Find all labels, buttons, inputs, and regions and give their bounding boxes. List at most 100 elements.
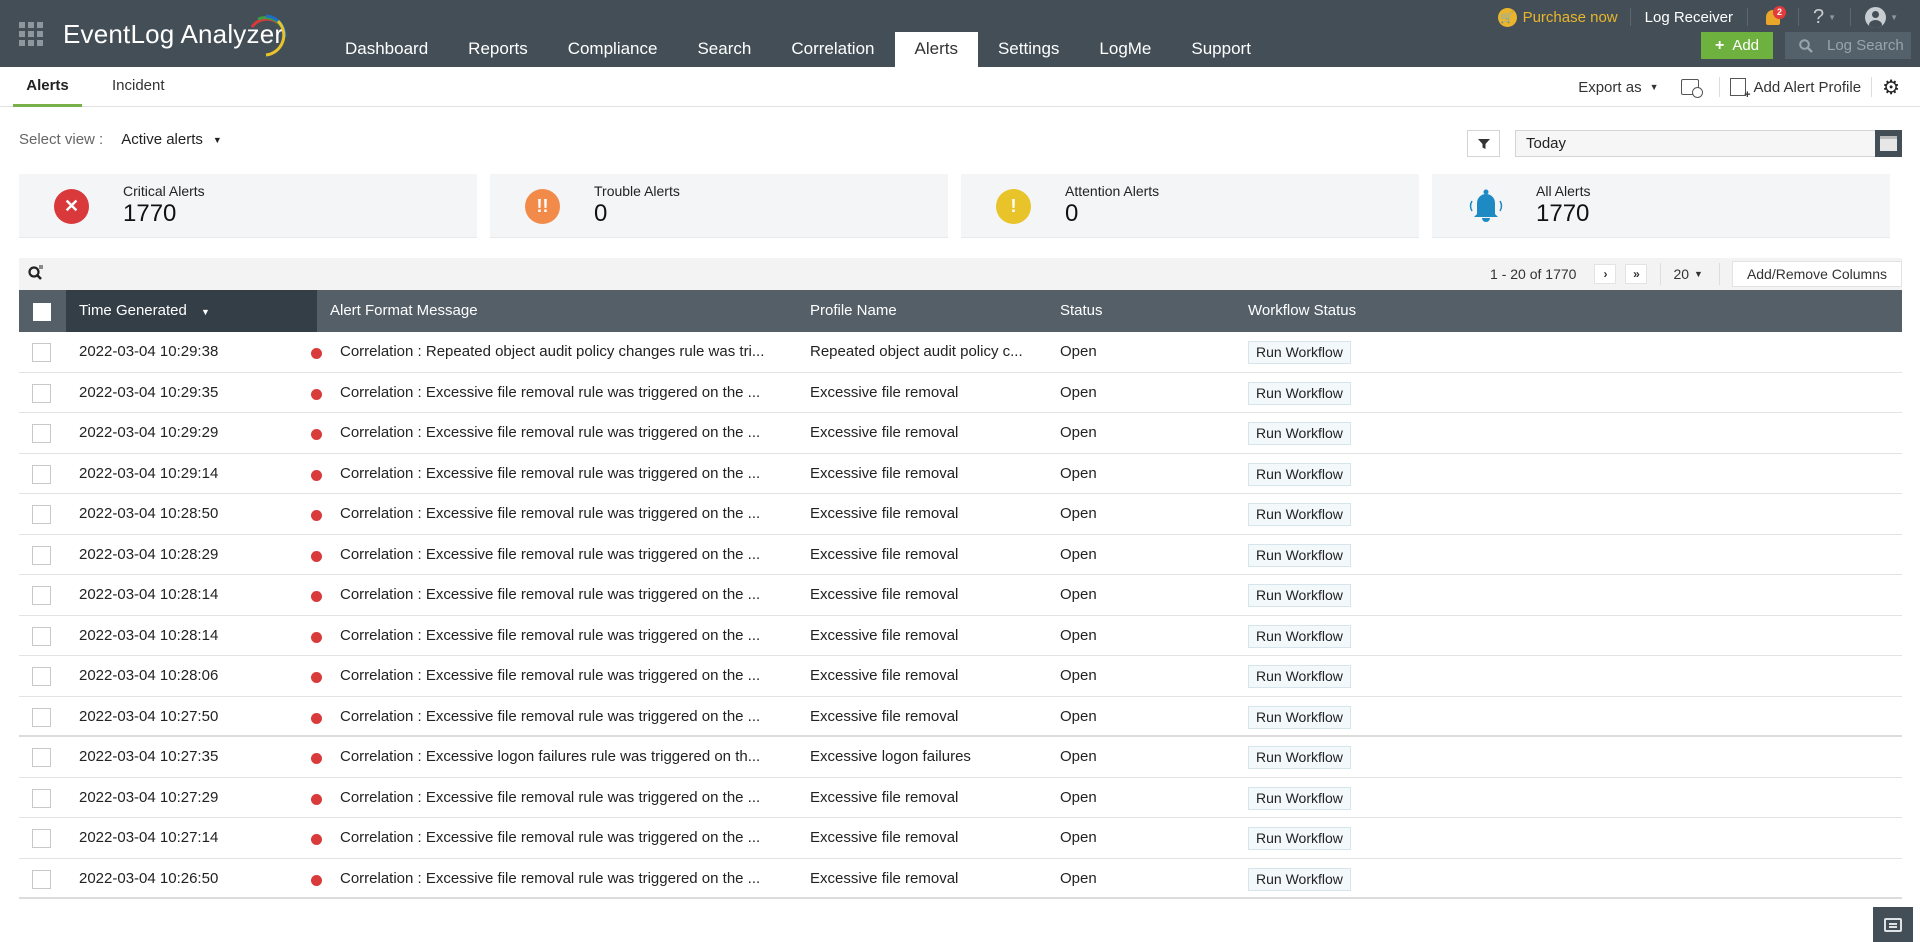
alert-message[interactable]: Correlation : Excessive file removal rul… <box>340 575 760 615</box>
run-workflow-button[interactable]: Run Workflow <box>1248 827 1351 850</box>
column-header-status[interactable]: Status <box>1060 290 1103 332</box>
alert-message[interactable]: Correlation : Excessive file removal rul… <box>340 818 760 858</box>
alert-message[interactable]: Correlation : Excessive file removal rul… <box>340 535 760 575</box>
nav-logme[interactable]: LogMe <box>1079 32 1171 67</box>
column-header-time-generated[interactable]: Time Generated ▼ <box>66 290 317 332</box>
table-row[interactable]: 2022-03-04 10:27:14 Correlation : Excessi… <box>19 818 1902 859</box>
column-header-profile-name[interactable]: Profile Name <box>810 290 897 332</box>
run-workflow-button[interactable]: Run Workflow <box>1248 665 1351 688</box>
nav-search[interactable]: Search <box>677 32 771 67</box>
row-checkbox[interactable] <box>32 343 51 362</box>
export-as-dropdown[interactable]: Export as ▼ <box>1578 79 1680 96</box>
run-workflow-button[interactable]: Run Workflow <box>1248 746 1351 769</box>
notifications-button[interactable]: 2 <box>1748 5 1798 25</box>
row-checkbox[interactable] <box>32 788 51 808</box>
nav-reports[interactable]: Reports <box>448 32 548 67</box>
table-row[interactable]: 2022-03-04 10:27:50 Correlation : Excessi… <box>19 697 1902 737</box>
row-checkbox[interactable] <box>32 586 51 605</box>
table-row[interactable]: 2022-03-04 10:28:14 Correlation : Excessi… <box>19 616 1902 656</box>
nav-correlation[interactable]: Correlation <box>771 32 894 67</box>
user-menu[interactable]: ▼ <box>1851 6 1906 28</box>
run-workflow-button[interactable]: Run Workflow <box>1248 503 1351 526</box>
column-header-alert-message[interactable]: Alert Format Message <box>330 290 478 332</box>
alert-message[interactable]: Correlation : Excessive logon failures r… <box>340 737 760 777</box>
add-remove-columns-button[interactable]: Add/Remove Columns <box>1731 261 1902 287</box>
log-search-input[interactable]: Log Search <box>1785 32 1911 59</box>
nav-compliance[interactable]: Compliance <box>548 32 678 67</box>
run-workflow-button[interactable]: Run Workflow <box>1248 543 1351 567</box>
alert-message[interactable]: Correlation : Excessive file removal rul… <box>340 413 760 453</box>
row-checkbox[interactable] <box>32 748 51 767</box>
table-row[interactable]: 2022-03-04 10:29:38 Correlation : Repeate… <box>19 332 1902 373</box>
row-checkbox[interactable] <box>32 464 51 484</box>
alert-message[interactable]: Correlation : Excessive file removal rul… <box>340 616 760 656</box>
help-menu[interactable]: ? ▼ <box>1799 6 1850 29</box>
alert-message[interactable]: Correlation : Excessive file removal rul… <box>340 656 760 696</box>
per-page-dropdown[interactable]: 20 ▼ <box>1673 266 1703 282</box>
alert-message[interactable]: Correlation : Excessive file removal rul… <box>340 373 760 413</box>
last-page-button[interactable]: » <box>1625 264 1648 284</box>
table-row[interactable]: 2022-03-04 10:27:35 Correlation : Excessi… <box>19 737 1902 778</box>
row-checkbox[interactable] <box>32 424 51 443</box>
row-checkbox[interactable] <box>32 626 51 646</box>
run-workflow-button[interactable]: Run Workflow <box>1248 341 1351 364</box>
row-checkbox[interactable] <box>32 667 51 686</box>
nav-support[interactable]: Support <box>1171 32 1271 67</box>
filter-button[interactable] <box>1467 130 1500 157</box>
table-row[interactable]: 2022-03-04 10:28:06 Correlation : Excessi… <box>19 656 1902 697</box>
attention-alerts-card[interactable]: ! Attention Alerts 0 <box>961 174 1419 238</box>
select-view-dropdown[interactable]: Active alerts ▼ <box>121 131 222 148</box>
alert-message[interactable]: Correlation : Excessive file removal rul… <box>340 454 760 494</box>
table-row[interactable]: 2022-03-04 10:28:14 Correlation : Excessi… <box>19 575 1902 616</box>
run-workflow-button[interactable]: Run Workflow <box>1248 381 1351 405</box>
critical-alerts-card[interactable]: ✕ Critical Alerts 1770 <box>19 174 477 238</box>
select-all-checkbox[interactable] <box>33 303 51 321</box>
nav-alerts[interactable]: Alerts <box>894 32 978 67</box>
trouble-alerts-card[interactable]: !! Trouble Alerts 0 <box>490 174 948 238</box>
purchase-now-link[interactable]: 🛒 Purchase now <box>1486 7 1630 27</box>
alert-message[interactable]: Correlation : Excessive file removal rul… <box>340 778 760 818</box>
table-row[interactable]: 2022-03-04 10:29:35 Correlation : Excessi… <box>19 373 1902 413</box>
apps-grid-icon[interactable] <box>19 22 43 46</box>
table-row[interactable]: 2022-03-04 10:28:29 Correlation : Excessi… <box>19 535 1902 575</box>
table-row[interactable]: 2022-03-04 10:29:29 Correlation : Excessi… <box>19 413 1902 454</box>
run-workflow-button[interactable]: Run Workflow <box>1248 786 1351 810</box>
next-page-button[interactable]: › <box>1594 264 1617 284</box>
nav-settings[interactable]: Settings <box>978 32 1079 67</box>
row-checkbox[interactable] <box>32 505 51 524</box>
run-workflow-button[interactable]: Run Workflow <box>1248 705 1351 729</box>
calendar-button[interactable] <box>1875 130 1902 157</box>
tab-alerts[interactable]: Alerts <box>13 67 82 107</box>
table-row[interactable]: 2022-03-04 10:29:14 Correlation : Excessi… <box>19 454 1902 494</box>
alert-message[interactable]: Correlation : Excessive file removal rul… <box>340 697 760 737</box>
table-row[interactable]: 2022-03-04 10:28:50 Correlation : Excessi… <box>19 494 1902 535</box>
column-search-icon[interactable] <box>28 265 44 285</box>
chat-button[interactable] <box>1873 907 1913 942</box>
add-alert-profile-button[interactable]: Add Alert Profile <box>1754 79 1862 96</box>
profile-name: Excessive file removal <box>810 545 959 563</box>
row-checkbox[interactable] <box>32 869 51 889</box>
run-workflow-button[interactable]: Run Workflow <box>1248 584 1351 607</box>
alert-message[interactable]: Correlation : Repeated object audit poli… <box>340 332 764 372</box>
log-receiver-link[interactable]: Log Receiver <box>1631 9 1747 26</box>
all-alerts-card[interactable]: All Alerts 1770 <box>1432 174 1890 238</box>
alert-message[interactable]: Correlation : Excessive file removal rul… <box>340 494 760 534</box>
row-checkbox[interactable] <box>32 383 51 403</box>
table-row[interactable]: 2022-03-04 10:27:29 Correlation : Excessi… <box>19 778 1902 818</box>
add-button[interactable]: + Add <box>1701 32 1773 59</box>
alert-message[interactable]: Correlation : Excessive file removal rul… <box>340 859 760 899</box>
schedule-report-icon[interactable] <box>1680 79 1703 98</box>
table-row[interactable]: 2022-03-04 10:26:50 Correlation : Excessi… <box>19 859 1902 899</box>
run-workflow-button[interactable]: Run Workflow <box>1248 867 1351 891</box>
column-header-workflow-status[interactable]: Workflow Status <box>1248 290 1356 332</box>
gear-icon[interactable]: ⚙ <box>1882 75 1900 100</box>
row-checkbox[interactable] <box>32 829 51 848</box>
row-checkbox[interactable] <box>32 545 51 565</box>
tab-incident[interactable]: Incident <box>112 67 165 107</box>
run-workflow-button[interactable]: Run Workflow <box>1248 462 1351 486</box>
row-checkbox[interactable] <box>32 707 51 727</box>
run-workflow-button[interactable]: Run Workflow <box>1248 624 1351 648</box>
nav-dashboard[interactable]: Dashboard <box>325 32 448 67</box>
date-range-picker[interactable]: Today <box>1515 130 1902 157</box>
run-workflow-button[interactable]: Run Workflow <box>1248 422 1351 445</box>
